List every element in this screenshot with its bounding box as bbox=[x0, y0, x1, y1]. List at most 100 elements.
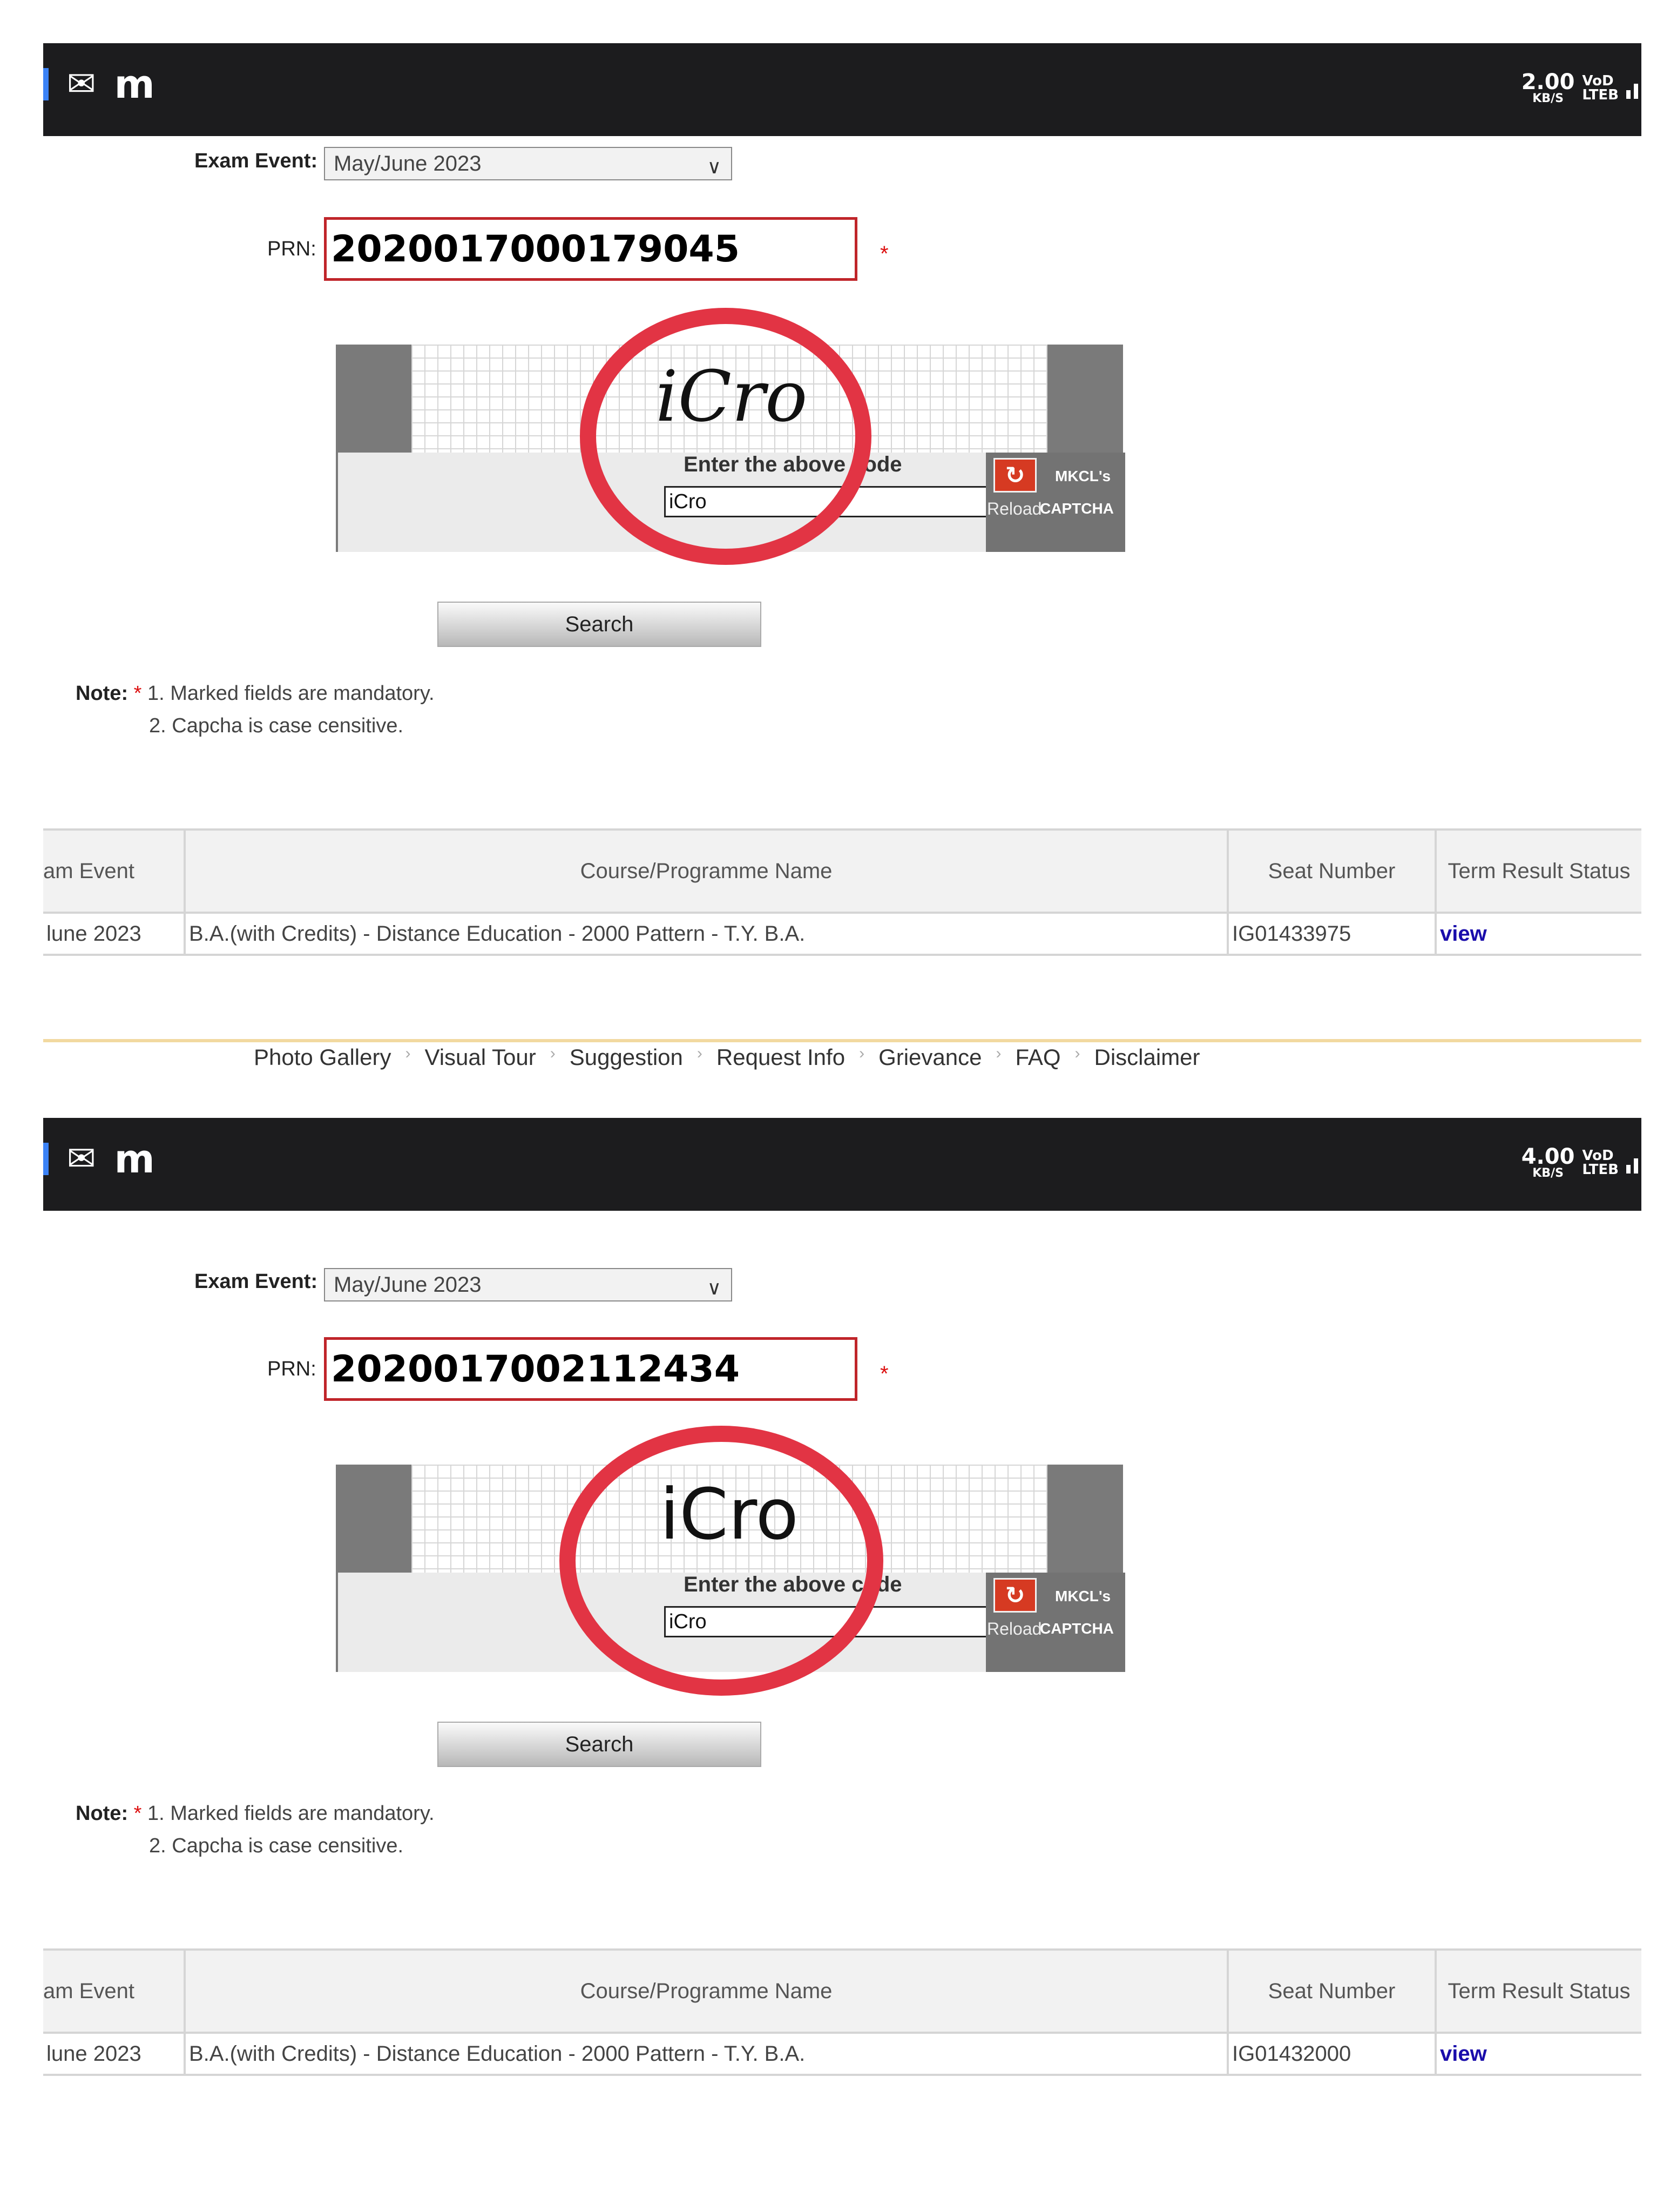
m-app-icon: m bbox=[114, 62, 155, 107]
prn-input[interactable]: 2020017000179045 bbox=[324, 217, 857, 281]
reload-button[interactable]: Reload bbox=[987, 1619, 1042, 1639]
footer-separator: › bbox=[996, 1044, 1002, 1062]
network-speed: 4.00 KB/S bbox=[1522, 1146, 1575, 1179]
column-header-course: Course/Programme Name bbox=[184, 828, 1229, 914]
footer-separator: › bbox=[697, 1044, 702, 1062]
reload-icon[interactable]: ↻ bbox=[993, 1578, 1037, 1613]
cell-seat-number: IG01433975 bbox=[1227, 912, 1437, 956]
note-star: * bbox=[133, 682, 142, 705]
captcha-side-panel bbox=[338, 1465, 411, 1573]
network-type-bottom: LTEB bbox=[1582, 87, 1619, 103]
footer-separator: › bbox=[859, 1044, 865, 1062]
reload-icon[interactable]: ↻ bbox=[993, 458, 1037, 493]
column-header-exam-event: am Event bbox=[43, 828, 186, 914]
results-table: am Event Course/Programme Name Seat Numb… bbox=[43, 1948, 1641, 2076]
exam-event-select[interactable]: May/June 2023 ∨ bbox=[324, 1268, 732, 1301]
exam-event-value: May/June 2023 bbox=[334, 1272, 482, 1297]
gmail-icon: ✉ bbox=[67, 64, 96, 104]
chevron-down-icon: ∨ bbox=[707, 1277, 721, 1299]
captcha-side-panel bbox=[338, 345, 411, 453]
signal-icon bbox=[1626, 77, 1638, 99]
required-asterisk: * bbox=[880, 242, 889, 266]
network-type: VoD LTEB bbox=[1582, 74, 1619, 102]
required-asterisk: * bbox=[880, 1362, 889, 1386]
note-label: Note: bbox=[76, 1802, 129, 1825]
footer-link-photo-gallery[interactable]: Photo Gallery bbox=[254, 1044, 391, 1070]
speed-value: 2.00 bbox=[1521, 70, 1575, 95]
cell-course: B.A.(with Credits) - Distance Education … bbox=[184, 912, 1229, 956]
screenshot-panel-2: ✉ m 4.00 KB/S VoD LTEB Exam Event: May/J… bbox=[0, 1118, 1677, 2212]
network-type-top: VoD bbox=[1582, 73, 1614, 89]
footer-links: Photo Gallery › Visual Tour › Suggestion… bbox=[254, 1044, 1200, 1070]
speed-unit: KB/S bbox=[1532, 1166, 1564, 1180]
captcha-side-panel bbox=[1047, 345, 1123, 453]
footer-link-request-info[interactable]: Request Info bbox=[716, 1044, 845, 1070]
notification-accent-icon bbox=[43, 68, 49, 100]
captcha-brand-bottom: CAPTCHA bbox=[1040, 500, 1114, 517]
cell-seat-number: IG01432000 bbox=[1227, 2032, 1437, 2076]
notification-accent-icon bbox=[43, 1143, 49, 1175]
network-type-bottom: LTEB bbox=[1582, 1162, 1619, 1178]
note-line-1: 1. Marked fields are mandatory. bbox=[147, 1802, 435, 1825]
highlight-circle bbox=[559, 1426, 883, 1696]
status-bar: ✉ m 2.00 KB/S VoD LTEB bbox=[43, 43, 1641, 136]
footer-link-faq[interactable]: FAQ bbox=[1015, 1044, 1060, 1070]
note-block: Note: * 1. Marked fields are mandatory. … bbox=[76, 677, 435, 742]
signal-icon bbox=[1626, 1152, 1638, 1174]
network-type: VoD LTEB bbox=[1582, 1149, 1619, 1177]
search-button[interactable]: Search bbox=[437, 602, 761, 647]
column-header-term-result: Term Result Status bbox=[1435, 1948, 1641, 2034]
exam-event-select[interactable]: May/June 2023 ∨ bbox=[324, 147, 732, 180]
captcha-controls: ↻ Reload MKCL's CAPTCHA bbox=[986, 1573, 1125, 1672]
column-header-seat-number: Seat Number bbox=[1227, 1948, 1437, 2034]
exam-event-value: May/June 2023 bbox=[334, 151, 482, 176]
captcha-brand-bottom: CAPTCHA bbox=[1040, 1620, 1114, 1637]
captcha-controls: ↻ Reload MKCL's CAPTCHA bbox=[986, 453, 1125, 552]
exam-event-label: Exam Event: bbox=[194, 1270, 318, 1293]
speed-value: 4.00 bbox=[1521, 1144, 1575, 1169]
reload-button[interactable]: Reload bbox=[987, 499, 1042, 519]
network-speed: 2.00 KB/S bbox=[1522, 71, 1575, 105]
highlight-circle bbox=[580, 308, 871, 565]
cell-course: B.A.(with Credits) - Distance Education … bbox=[184, 2032, 1229, 2076]
note-label: Note: bbox=[76, 682, 129, 705]
prn-label: PRN: bbox=[267, 1358, 316, 1380]
note-star: * bbox=[133, 1802, 142, 1825]
table-header-row: am Event Course/Programme Name Seat Numb… bbox=[43, 828, 1641, 914]
footer-link-grievance[interactable]: Grievance bbox=[878, 1044, 982, 1070]
cell-exam-event: lune 2023 bbox=[43, 2032, 186, 2076]
column-header-seat-number: Seat Number bbox=[1227, 828, 1437, 914]
note-line-2: 2. Capcha is case censitive. bbox=[149, 714, 404, 737]
network-type-top: VoD bbox=[1582, 1148, 1614, 1164]
footer-separator: › bbox=[405, 1044, 411, 1062]
note-line-2: 2. Capcha is case censitive. bbox=[149, 1835, 404, 1857]
column-header-course: Course/Programme Name bbox=[184, 1948, 1229, 2034]
table-header-row: am Event Course/Programme Name Seat Numb… bbox=[43, 1948, 1641, 2034]
gmail-icon: ✉ bbox=[67, 1139, 96, 1179]
prn-input[interactable]: 2020017002112434 bbox=[324, 1337, 857, 1401]
footer-link-disclaimer[interactable]: Disclaimer bbox=[1094, 1044, 1200, 1070]
results-table: am Event Course/Programme Name Seat Numb… bbox=[43, 828, 1641, 956]
footer-separator: › bbox=[550, 1044, 556, 1062]
captcha-side-panel bbox=[1047, 1465, 1123, 1573]
screenshot-panel-1: ✉ m 2.00 KB/S VoD LTEB Exam Event: May/J… bbox=[0, 0, 1677, 1118]
view-result-link[interactable]: view bbox=[1435, 912, 1641, 956]
note-block: Note: * 1. Marked fields are mandatory. … bbox=[76, 1797, 435, 1862]
captcha-brand-top: MKCL's bbox=[1055, 1588, 1111, 1604]
column-header-exam-event: am Event bbox=[43, 1948, 186, 2034]
footer-link-suggestion[interactable]: Suggestion bbox=[570, 1044, 683, 1070]
m-app-icon: m bbox=[114, 1136, 155, 1182]
speed-unit: KB/S bbox=[1532, 92, 1564, 105]
table-row: lune 2023 B.A.(with Credits) - Distance … bbox=[43, 912, 1641, 956]
chevron-down-icon: ∨ bbox=[707, 156, 721, 178]
search-button[interactable]: Search bbox=[437, 1722, 761, 1767]
view-result-link[interactable]: view bbox=[1435, 2032, 1641, 2076]
note-line-1: 1. Marked fields are mandatory. bbox=[147, 682, 435, 705]
footer-separator: › bbox=[1074, 1044, 1080, 1062]
prn-label: PRN: bbox=[267, 238, 316, 260]
exam-event-label: Exam Event: bbox=[194, 150, 318, 172]
footer-link-visual-tour[interactable]: Visual Tour bbox=[424, 1044, 536, 1070]
status-bar: ✉ m 4.00 KB/S VoD LTEB bbox=[43, 1118, 1641, 1211]
table-row: lune 2023 B.A.(with Credits) - Distance … bbox=[43, 2032, 1641, 2076]
footer-divider bbox=[43, 1039, 1641, 1042]
